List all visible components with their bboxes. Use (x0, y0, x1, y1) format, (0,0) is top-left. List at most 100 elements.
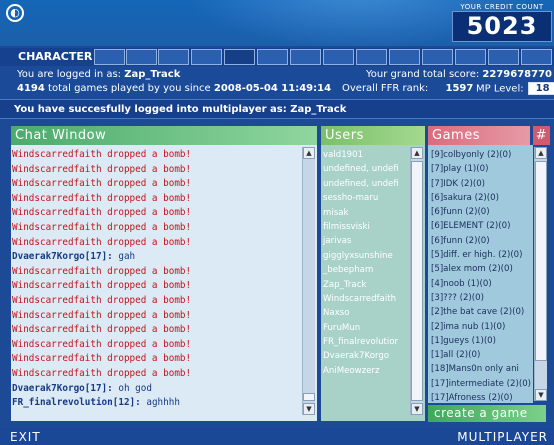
character-slot[interactable] (126, 49, 157, 65)
grand-total-value: 2279678770 (482, 69, 552, 80)
scroll-up-arrow-icon[interactable]: ▲ (535, 147, 547, 159)
games-played-count: 4194 (17, 83, 45, 94)
ffr-rank-label: Overall FFR rank: (342, 83, 429, 94)
game-list-item[interactable]: [9]colbyonly (2)(0) (428, 148, 532, 162)
game-list-item[interactable]: [1]all (2)(0) (428, 348, 532, 362)
header-banner: ◐ YOUR CREDIT COUNT 5023 (0, 0, 554, 46)
scroll-thumb[interactable] (535, 161, 547, 361)
chat-line: Windscarredfaith dropped a bomb! (12, 149, 192, 160)
chat-line: Windscarredfaith dropped a bomb! (12, 338, 192, 350)
user-list-item[interactable]: FuruMun (321, 321, 409, 335)
user-list-item[interactable]: Dvaerak7Korgo (321, 349, 409, 363)
game-list-item[interactable]: [7]play (1)(0) (428, 162, 532, 176)
chat-log: Windscarredfaith dropped a bomb! Windscar… (12, 148, 302, 411)
character-slot[interactable] (257, 49, 288, 65)
character-slot[interactable] (94, 49, 125, 65)
games-title: Games (428, 126, 530, 145)
ffr-logo-icon: ◐ (6, 4, 24, 22)
game-list-item[interactable]: [18]Mans0n only ani (428, 362, 532, 376)
user-list-item[interactable]: AniMeowzerz (321, 364, 409, 378)
character-slot[interactable] (290, 49, 321, 65)
exit-button[interactable]: EXIT (10, 430, 41, 444)
scroll-down-arrow-icon[interactable]: ▼ (535, 389, 547, 401)
login-notice: You have succesfully logged into multipl… (0, 99, 554, 119)
games-played-line: 4194 total games played by you since 200… (17, 83, 331, 94)
user-list-item[interactable]: Zap_Track (321, 278, 409, 292)
user-list-item[interactable]: FR_finalrevolutior (321, 335, 409, 349)
game-list-item[interactable]: [6]sakura (2)(0) (428, 191, 532, 205)
users-list: vald1901 undefined, undefi undefined, unde… (321, 148, 409, 378)
game-list-item[interactable]: [17]Afroness (2)(0) (428, 391, 532, 403)
character-slot-selected[interactable] (224, 49, 255, 65)
bottom-bar: EXIT MULTIPLAYER (0, 428, 554, 445)
chat-message: oh god (112, 382, 152, 394)
chat-line: Windscarredfaith dropped a bomb! (12, 178, 192, 190)
user-list-item[interactable]: gigglyxsunshine (321, 249, 409, 263)
games-list: [9]colbyonly (2)(0) [7]play (1)(0) [7]IDK … (428, 148, 532, 403)
character-slot[interactable] (422, 49, 453, 65)
user-list-item[interactable]: jarivas (321, 234, 409, 248)
scroll-up-arrow-icon[interactable]: ▲ (411, 147, 423, 159)
scroll-down-arrow-icon[interactable]: ▼ (411, 403, 423, 415)
game-list-item[interactable]: [6]funn (2)(0) (428, 205, 532, 219)
game-list-item[interactable]: [17]intermediate (2)(0) (428, 377, 532, 391)
user-list-item[interactable]: vald1901 (321, 148, 409, 162)
credit-count-label: YOUR CREDIT COUNT (460, 3, 544, 11)
character-slot[interactable] (389, 49, 420, 65)
chat-line: FR_finalrevolution[12]: aghhhh (12, 396, 302, 411)
user-list-item[interactable]: undefined, undefi (321, 177, 409, 191)
game-list-item[interactable]: [7]IDK (2)(0) (428, 177, 532, 191)
chat-line: Windscarredfaith dropped a bomb! (12, 221, 192, 233)
create-game-button[interactable]: create a game (428, 405, 546, 422)
mp-level-value: 18 (527, 82, 554, 95)
game-list-item[interactable]: [1]gueys (1)(0) (428, 334, 532, 348)
game-list-item[interactable]: [5]alex mom (2)(0) (428, 262, 532, 276)
game-list-item[interactable]: [4]noob (1)(0) (428, 277, 532, 291)
game-list-item[interactable]: [2]the bat cave (2)(0) (428, 305, 532, 319)
character-slot[interactable] (191, 49, 222, 65)
scroll-thumb[interactable] (411, 161, 423, 401)
scroll-thumb[interactable] (303, 393, 315, 401)
multiplayer-label: MULTIPLAYER (457, 430, 548, 444)
since-datetime: 2008-05-04 11:49:14 (213, 83, 332, 94)
user-list-item[interactable]: sessho-maru (321, 191, 409, 205)
user-list-item[interactable]: undefined, undefi (321, 162, 409, 176)
character-bar: CHARACTER (0, 48, 554, 66)
ffr-rank-line: Overall FFR rank: 1597 (342, 83, 473, 94)
character-slot[interactable] (488, 49, 519, 65)
game-list-item[interactable]: [2]ima nub (1)(0) (428, 320, 532, 334)
games-scrollbar[interactable]: ▲ ▼ (534, 147, 547, 401)
chat-sender: FR_finalrevolution[12]: (12, 397, 141, 409)
chat-line: Windscarredfaith dropped a bomb! (12, 309, 192, 321)
users-scrollbar[interactable]: ▲ ▼ (410, 147, 423, 415)
game-list-item[interactable]: [5]diff. er high. (2)(0) (428, 248, 532, 262)
chat-line: Windscarredfaith dropped a bomb! (12, 294, 192, 306)
game-list-item[interactable]: [3]??? (2)(0) (428, 291, 532, 305)
user-list-item[interactable]: misak (321, 206, 409, 220)
character-slot[interactable] (521, 49, 552, 65)
user-list-item[interactable]: Windscarredfaith (321, 292, 409, 306)
chat-line: Dvaerak7Korgo[17]: oh god (12, 382, 302, 397)
chat-scrollbar[interactable]: ▲ ▼ (302, 147, 315, 415)
game-list-item[interactable]: [6]ELEMENT (2)(0) (428, 219, 532, 233)
scroll-down-arrow-icon[interactable]: ▼ (303, 403, 315, 415)
username: Zap_Track (124, 69, 181, 80)
mp-level-line: MP Level: 18 (476, 82, 554, 95)
credit-count-value: 5023 (452, 11, 552, 42)
character-slot[interactable] (455, 49, 486, 65)
user-list-item[interactable]: filmissviski (321, 220, 409, 234)
game-list-item[interactable]: [6]funn (2)(0) (428, 234, 532, 248)
mp-level-label: MP Level: (476, 83, 524, 95)
chat-line: Windscarredfaith dropped a bomb! (12, 207, 192, 219)
chat-line: Windscarredfaith dropped a bomb! (12, 367, 192, 379)
chat-sender: Dvaerak7Korgo[17]: (12, 382, 113, 394)
character-slot[interactable] (158, 49, 189, 65)
games-sort-button[interactable]: # (533, 126, 550, 145)
chat-line: Dvaerak7Korgo[17]: gah (12, 250, 302, 265)
games-played-text: total games played by you since (48, 83, 211, 94)
user-list-item[interactable]: Naxso (321, 306, 409, 320)
character-slot[interactable] (356, 49, 387, 65)
scroll-up-arrow-icon[interactable]: ▲ (303, 147, 315, 159)
character-slot[interactable] (323, 49, 354, 65)
user-list-item[interactable]: _bebepham (321, 263, 409, 277)
